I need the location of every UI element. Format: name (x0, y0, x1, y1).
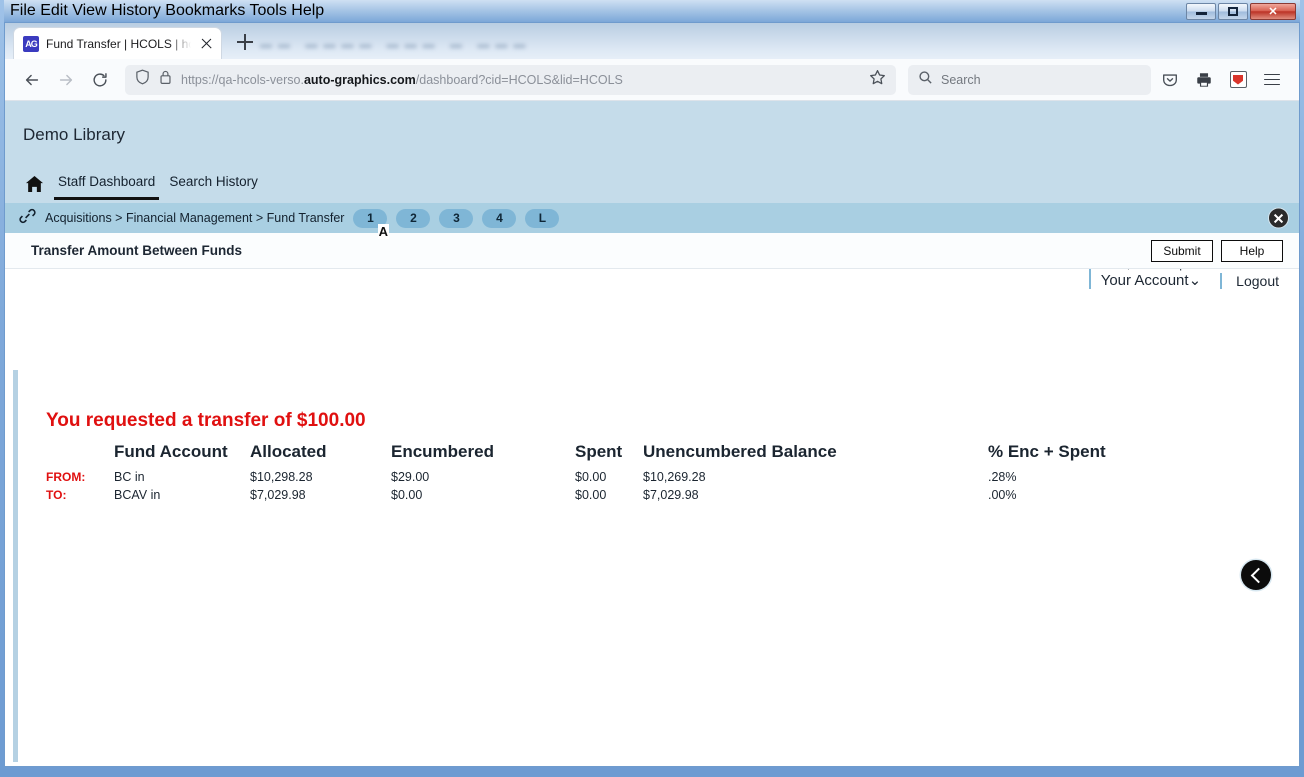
submit-button[interactable]: Submit (1151, 239, 1213, 262)
close-icon[interactable] (1268, 207, 1289, 229)
to-fund-account: BCAV in (114, 488, 161, 502)
home-icon[interactable] (25, 175, 44, 198)
browser-toolbar: https://qa-hcols-verso.auto-graphics.com… (5, 59, 1299, 101)
url-bar[interactable]: https://qa-hcols-verso.auto-graphics.com… (125, 64, 896, 95)
transfer-alert-message: You requested a transfer of $100.00 (46, 410, 366, 431)
to-allocated: $7,029.98 (250, 488, 306, 502)
from-fund-account: BC in (114, 470, 145, 484)
tab-search-history[interactable]: Search History (169, 175, 258, 197)
hamburger-menu-icon[interactable] (1257, 65, 1287, 95)
tab-staff-dashboard[interactable]: Staff Dashboard (53, 175, 160, 200)
extension-icon[interactable] (1223, 65, 1253, 95)
app-header: Demo Library (5, 101, 1299, 169)
reload-icon[interactable] (85, 65, 115, 95)
window-maximize-button[interactable] (1218, 2, 1248, 20)
col-pct-enc-spent: % Enc + Spent (988, 442, 1106, 461)
logout-link[interactable]: Logout (1220, 272, 1291, 290)
bookmark-star-icon[interactable] (869, 69, 886, 91)
col-unencumbered-balance: Unencumbered Balance (643, 442, 837, 461)
step-pill-l[interactable]: L (525, 208, 560, 228)
table-header-row: Fund Account Allocated Encumbered Spent … (46, 442, 1106, 468)
table-row: FROM: BC in $10,298.28 $29.00 $0.00 $10,… (46, 468, 1106, 486)
from-spent: $0.00 (575, 470, 607, 484)
window-minimize-button[interactable] (1186, 2, 1216, 20)
breadcrumb-bar: Acquisitions > Financial Management > Fu… (5, 203, 1299, 233)
col-allocated: Allocated (250, 442, 327, 461)
tab-close-icon[interactable] (198, 35, 215, 52)
to-unencumbered-balance: $7,029.98 (643, 488, 699, 502)
os-window: ✕ ▬▬ ▬▬▬▬ ▬▬▬ ▬ ▬▬▬ AG Fund Transfer | H… (0, 0, 1304, 777)
tab-title: Fund Transfer | HCOLS | hcols | A (46, 36, 191, 51)
from-pct-enc-spent: .28% (988, 470, 1017, 484)
your-account-label[interactable]: Your Account⌄ (1101, 272, 1206, 289)
back-navigation-button[interactable] (1241, 560, 1271, 590)
back-arrow-icon[interactable] (17, 65, 47, 95)
chevron-down-icon: ⌄ (1188, 272, 1202, 290)
window-close-button[interactable]: ✕ (1250, 2, 1296, 20)
row-label-from: FROM: (46, 470, 86, 484)
browser-tab[interactable]: AG Fund Transfer | HCOLS | hcols | A (13, 27, 222, 59)
browser-tab-strip: AG Fund Transfer | HCOLS | hcols | A (5, 23, 1299, 59)
step-pill-3[interactable]: 3 (439, 208, 474, 228)
search-icon (918, 70, 933, 90)
menu-bar: File Edit View History Bookmarks Tools H… (10, 2, 325, 19)
step-pill-4[interactable]: 4 (482, 208, 517, 228)
browser-window: ▬▬ ▬▬▬▬ ▬▬▬ ▬ ▬▬▬ AG Fund Transfer | HCO… (4, 22, 1300, 767)
help-button[interactable]: Help (1221, 239, 1283, 262)
from-unencumbered-balance: $10,269.28 (643, 470, 706, 484)
browser-search-placeholder: Search (941, 72, 981, 87)
browser-search-bar[interactable]: Search (908, 64, 1151, 95)
forward-arrow-icon[interactable] (51, 65, 81, 95)
col-encumbered: Encumbered (391, 442, 494, 461)
from-encumbered: $29.00 (391, 470, 430, 484)
step-pill-2[interactable]: 2 (396, 208, 431, 228)
page-action-bar: Transfer Amount Between Funds Submit Hel… (5, 233, 1299, 269)
primary-nav-tabs: Staff Dashboard Search History (5, 169, 1299, 203)
row-label-to: TO: (46, 488, 67, 502)
to-encumbered: $0.00 (391, 488, 423, 502)
to-pct-enc-spent: .00% (988, 488, 1017, 502)
from-allocated: $10,298.28 (250, 470, 313, 484)
printer-icon[interactable] (1189, 65, 1219, 95)
new-tab-button[interactable] (231, 28, 259, 56)
col-fund-account: Fund Account (114, 442, 228, 461)
table-row: TO: BCAV in $7,029.98 $0.00 $0.00 $7,029… (46, 486, 1106, 504)
col-spent: Spent (575, 442, 623, 461)
to-spent: $0.00 (575, 488, 607, 502)
url-text: https://qa-hcols-verso.auto-graphics.com… (181, 72, 623, 87)
library-name: Demo Library (23, 125, 126, 144)
page-title: Transfer Amount Between Funds (31, 243, 243, 258)
breadcrumb-text: Acquisitions > Financial Management > Fu… (45, 211, 345, 225)
web-page: Demo Library A All Headings Advanced (5, 101, 1299, 766)
link-chain-icon (19, 208, 36, 229)
main-content: You requested a transfer of $100.00 Fund… (13, 370, 1295, 762)
titlebar-ghost-text (651, 2, 654, 13)
col-rowlabel (46, 442, 114, 468)
pocket-icon[interactable] (1155, 65, 1185, 95)
fund-transfer-table: Fund Account Allocated Encumbered Spent … (46, 442, 1106, 504)
tracking-shield-icon[interactable] (135, 69, 150, 90)
padlock-icon[interactable] (159, 69, 172, 90)
favicon-icon: AG (23, 35, 39, 52)
